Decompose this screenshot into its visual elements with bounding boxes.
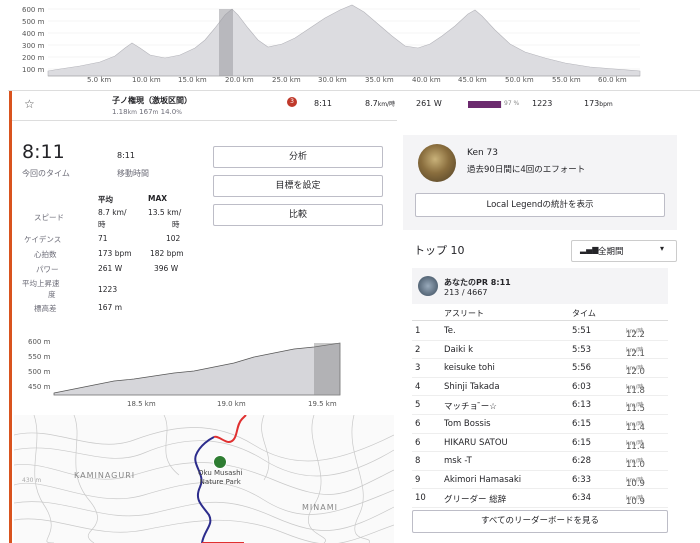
user-avatar (418, 276, 438, 296)
hr-percent: 97 % (504, 100, 520, 107)
segment-highlight (219, 9, 233, 76)
x-tick: 30.0 km (318, 76, 347, 84)
segment-row[interactable]: ☆ 子ノ権現（激坂区間） 1.18km 167m 14.0% 3 8:11 8.… (8, 90, 700, 121)
local-legend-card: Ken 73 過去90日間に4回のエフォート Local Legendの統計を表… (403, 135, 677, 230)
elevation-area (47, 4, 641, 77)
y-axis-labels: 600 m 500 m 400 m 300 m 200 m 100 m (22, 6, 45, 74)
svg-text:19.5 km: 19.5 km (308, 400, 337, 408)
effort-time-label: 今回のタイム (22, 169, 70, 178)
x-tick: 10.0 km (132, 76, 161, 84)
col-max-header: MAX (148, 194, 168, 203)
table-row[interactable]: 6 HIKARU SATOU 6:15 11.4 km/時 (412, 434, 668, 453)
star-icon[interactable]: ☆ (24, 97, 35, 111)
stats-row-elev: 標高差 167 m (34, 303, 123, 313)
x-tick: 60.0 km (598, 76, 627, 84)
hr-bar (468, 101, 502, 108)
x-tick: 40.0 km (412, 76, 441, 84)
local-legend-stats-button[interactable]: Local Legendの統計を表示 (415, 193, 665, 217)
segment-meta: 1.18km 167m 14.0% (112, 108, 182, 116)
avatar[interactable] (418, 144, 456, 182)
leaderboard-table: 1 Te. 5:51 12.2 km/時 2 Daiki k 5:53 12.1 km/時 … (412, 322, 668, 508)
table-row[interactable]: 4 Shinji Takada 6:03 11.8 km/時 (412, 378, 668, 397)
table-row[interactable]: 3 keisuke tohi 5:56 12.0 km/時 (412, 359, 668, 378)
segment-name[interactable]: 子ノ権現（激坂区間） (112, 95, 192, 106)
segment-speed: 8.7km/時 (365, 99, 396, 108)
segment-elevation-area (53, 342, 341, 396)
segment-vam: 1223 (532, 99, 553, 108)
svg-text:19.0 km: 19.0 km (217, 400, 246, 408)
x-axis-labels: 5.0 km 10.0 km 15.0 km 20.0 km 25.0 km 3… (87, 76, 627, 84)
table-row[interactable]: 5 マッチョ ̄ー☆ 6:13 11.5 km/時 (412, 396, 668, 415)
map-label-kaminaguri: KAMINAGURI (74, 471, 136, 480)
y-tick: 100 m (22, 66, 45, 74)
col-avg-header: 平均 (98, 195, 113, 204)
segment-map[interactable]: Oku Musashi Nature Park KAMINAGURI MINAMI… (14, 415, 394, 543)
moving-time-label: 移動時間 (117, 169, 149, 178)
moving-time: 8:11 (117, 151, 135, 160)
effort-time: 8:11 (22, 141, 65, 163)
mini-y-labels: 600 m 550 m 500 m 450 m (28, 338, 51, 391)
table-row[interactable]: 9 Akimori Hamasaki 6:33 10.9 km/時 (412, 471, 668, 490)
park-marker-icon[interactable] (213, 455, 227, 469)
elevation-profile-chart[interactable]: 600 m 500 m 400 m 300 m 200 m 100 m 5.0 … (0, 0, 700, 84)
your-pr-row[interactable]: あなたのPR 8:11 213 / 4667 (412, 268, 668, 304)
segment-bpm: 173bpm (584, 99, 613, 108)
top10-title: トップ 10 (414, 244, 465, 257)
legend-efforts: 過去90日間に4回のエフォート (467, 165, 586, 175)
all-leaderboards-button[interactable]: すべてのリーダーボードを見る (412, 510, 668, 533)
table-row[interactable]: 2 Daiki k 5:53 12.1 km/時 (412, 341, 668, 360)
stats-row-power: パワー 261 W 396 W (36, 264, 179, 274)
analyze-button[interactable]: 分析 (213, 146, 383, 168)
svg-text:500 m: 500 m (28, 368, 51, 376)
table-row[interactable]: 1 Te. 5:51 12.2 km/時 (412, 322, 668, 341)
segment-time: 8:11 (314, 99, 332, 108)
leaderboard-header: アスリート タイム (412, 306, 668, 321)
stats-row-cadence: ケイデンス 71 102 (24, 234, 181, 244)
x-tick: 20.0 km (225, 76, 254, 84)
mini-x-labels: 18.5 km 19.0 km 19.5 km (127, 400, 337, 408)
x-tick: 50.0 km (505, 76, 534, 84)
svg-text:550 m: 550 m (28, 353, 51, 361)
stats-row-hr: 心拍数 173 bpm 182 bpm (34, 249, 184, 259)
table-row[interactable]: 10 グリーダー 総辞 6:34 10.9 km/時 (412, 489, 668, 508)
segment-elevation-chart[interactable]: 600 m 550 m 500 m 450 m 18.5 km 19.0 km … (14, 335, 344, 413)
chevron-down-icon: ▾ (660, 244, 665, 253)
svg-text:18.5 km: 18.5 km (127, 400, 156, 408)
y-tick: 600 m (22, 6, 45, 14)
table-row[interactable]: 6 Tom Bossis 6:15 11.4 km/時 (412, 415, 668, 434)
park-label: Oku Musashi Nature Park (198, 469, 243, 486)
period-filter-select[interactable]: ▂▄▆ 全期間 ▾ (571, 240, 677, 262)
stats-row-speed: スピード 8.7 km/ 時 13.5 km/ 時 (34, 208, 182, 229)
x-tick: 35.0 km (365, 76, 394, 84)
contour-label: 430 m (22, 477, 42, 484)
rank-badge: 3 (287, 97, 297, 107)
y-tick: 500 m (22, 18, 45, 26)
legend-name[interactable]: Ken 73 (467, 148, 498, 158)
selected-segment-indicator (9, 90, 12, 543)
x-tick: 55.0 km (552, 76, 581, 84)
y-tick: 200 m (22, 54, 45, 62)
compare-button[interactable]: 比較 (213, 204, 383, 226)
x-tick: 5.0 km (87, 76, 111, 84)
y-tick: 400 m (22, 30, 45, 38)
svg-text:450 m: 450 m (28, 383, 51, 391)
x-tick: 15.0 km (178, 76, 207, 84)
table-row[interactable]: 8 msk -T 6:28 11.0 km/時 (412, 452, 668, 471)
x-tick: 45.0 km (458, 76, 487, 84)
bar-chart-icon: ▂▄▆ (580, 245, 599, 254)
segment-power: 261 W (416, 99, 442, 108)
y-tick: 300 m (22, 42, 45, 50)
stats-table: スピード 8.7 km/ 時 13.5 km/ 時 ケイデンス 71 102 心… (22, 208, 202, 318)
map-label-minami: MINAMI (302, 503, 338, 512)
stats-row-vam: 平均上昇速 度 1223 (22, 279, 118, 299)
x-tick: 25.0 km (272, 76, 301, 84)
set-goal-button[interactable]: 目標を設定 (213, 175, 383, 197)
your-rank: 213 / 4667 (444, 288, 488, 297)
your-pr-label: あなたのPR 8:11 (444, 278, 511, 287)
svg-text:600 m: 600 m (28, 338, 51, 346)
